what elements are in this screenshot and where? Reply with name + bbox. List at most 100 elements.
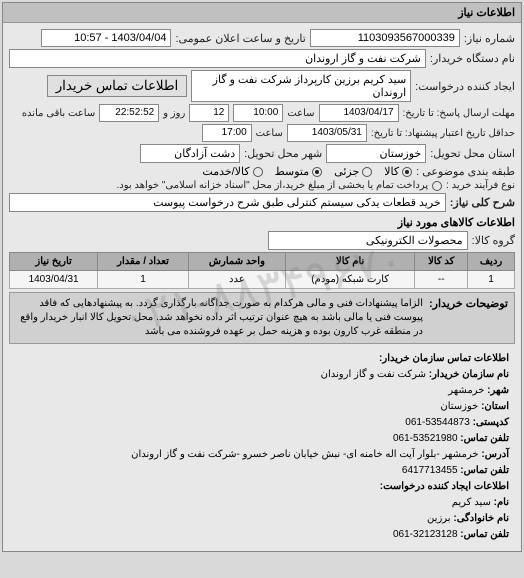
classify-radio-group: کالا جزئی متوسط کالا/خدمت xyxy=(202,165,412,178)
radio-cash[interactable]: کالا/خدمت xyxy=(202,165,262,178)
radio-dot-icon xyxy=(432,181,442,191)
group-value: محصولات الکترونیکی xyxy=(268,231,468,250)
radio-medium-label: متوسط xyxy=(275,165,310,178)
th-unit: واحد شمارش xyxy=(188,253,285,271)
time-label-1: ساعت xyxy=(287,108,314,119)
remain-label: ساعت باقی مانده xyxy=(22,108,95,119)
c-phone: 53521980-061 xyxy=(393,433,458,444)
purchase-text: پرداخت تمام یا بخشی از مبلغ خرید،از محل … xyxy=(117,180,429,191)
c-name-label: نام: xyxy=(494,497,509,508)
reply-until-label: مهلت ارسال پاسخ: تا تاریخ: xyxy=(403,108,515,119)
info-panel: اطلاعات نیاز شماره نیاز: 110309356700033… xyxy=(2,2,522,552)
req-no-value: 1103093567000339 xyxy=(310,29,460,47)
province-label: استان محل تحویل: xyxy=(430,147,515,160)
radio-goods-label: کالا xyxy=(384,165,399,178)
req-no-label: شماره نیاز: xyxy=(464,32,515,45)
c-postal-label: کدپستی: xyxy=(473,417,509,428)
radio-partial[interactable]: جزئی xyxy=(334,165,372,178)
row-buyer: نام دستگاه خریدار: شرکت نفت و گاز اروندا… xyxy=(9,49,515,68)
radio-dot-icon xyxy=(402,167,412,177)
c-fax: 6417713455 xyxy=(402,465,458,476)
row-creator: ایجاد کننده درخواست: سید کریم برزین کارپ… xyxy=(9,70,515,102)
need-title-label: شرح کلی نیاز: xyxy=(450,196,515,209)
panel-title: اطلاعات نیاز xyxy=(3,3,521,23)
desc-text: الزاما پیشنهادات فنی و مالی هرکدام به صو… xyxy=(16,297,423,339)
contact-section-label: اطلاعات تماس سازمان خریدار: xyxy=(379,353,509,364)
cell-qty: 1 xyxy=(98,271,189,289)
validity-label: حداقل تاریخ اعتبار پیشنهاد: تا تاریخ: xyxy=(371,128,515,139)
cell-name: کارت شبکه (مودم) xyxy=(285,271,414,289)
validity-date: 1403/05/31 xyxy=(287,124,367,142)
classify-label: طبقه بندی موضوعی : xyxy=(416,165,515,178)
radio-partial-label: جزئی xyxy=(334,165,359,178)
announce-label: تاریخ و ساعت اعلان عمومی: xyxy=(175,32,305,45)
th-date: تاریخ نیاز xyxy=(10,253,98,271)
radio-dot-icon xyxy=(253,167,263,177)
days-and: روز و xyxy=(163,108,185,119)
th-code: کد کالا xyxy=(415,253,468,271)
c-lname-label: نام خانوادگی: xyxy=(453,513,509,524)
days-count: 12 xyxy=(189,104,229,122)
group-label: گروه کالا: xyxy=(472,234,515,247)
c-city: خرمشهر xyxy=(448,385,484,396)
c-phone2-label: تلفن تماس: xyxy=(460,529,509,540)
c-org-label: نام سازمان خریدار: xyxy=(429,369,509,380)
radio-dot-icon xyxy=(312,167,322,177)
c-province-label: استان: xyxy=(481,401,509,412)
c-city-label: شهر: xyxy=(487,385,509,396)
buyer-value: شرکت نفت و گاز اروندان xyxy=(9,49,426,68)
th-idx: ردیف xyxy=(468,253,515,271)
row-need-title: شرح کلی نیاز: خرید قطعات یدکی سیستم کنتر… xyxy=(9,193,515,212)
time-label-2: ساعت xyxy=(256,128,283,139)
cell-unit: عدد xyxy=(188,271,285,289)
purchase-label: نوع فرآیند خرید : xyxy=(446,180,515,191)
c-phone-label: تلفن تماس: xyxy=(460,433,509,444)
table-header-row: ردیف کد کالا نام کالا واحد شمارش تعداد /… xyxy=(10,253,515,271)
radio-medium[interactable]: متوسط xyxy=(275,165,323,178)
city-label: شهر محل تحویل: xyxy=(244,147,322,160)
need-title-value: خرید قطعات یدکی سیستم کنترلی طبق شرح درخ… xyxy=(9,193,446,212)
th-name: نام کالا xyxy=(285,253,414,271)
creator-value: سید کریم برزین کارپرداز شرکت نفت و گاز ا… xyxy=(191,70,411,102)
c-fax-label: تلفن تماس: xyxy=(460,465,509,476)
goods-section-title: اطلاعات کالاهای مورد نیاز xyxy=(9,216,515,229)
c-name: سید کریم xyxy=(452,497,491,508)
countdown: 22:52:52 xyxy=(99,104,159,122)
announce-value: 1403/04/04 - 10:57 xyxy=(41,29,171,47)
reply-time: 10:00 xyxy=(233,104,283,122)
radio-goods[interactable]: کالا xyxy=(384,165,412,178)
radio-cash-label: کالا/خدمت xyxy=(202,165,249,178)
buyer-contact-button[interactable]: اطلاعات تماس خریدار xyxy=(47,75,187,97)
province-value: خوزستان xyxy=(326,144,426,163)
buyer-desc-box: توضیحات خریدار: الزاما پیشنهادات فنی و م… xyxy=(9,292,515,344)
c-address-label: آدرس: xyxy=(481,449,509,460)
cell-idx: 1 xyxy=(468,271,515,289)
desc-label: توضیحات خریدار: xyxy=(429,297,508,339)
cell-code: -- xyxy=(415,271,468,289)
c-address: خرمشهر -بلوار آیت اله خامنه ای- نبش خیاب… xyxy=(131,449,478,460)
c-org: شرکت نفت و گاز اروندان xyxy=(321,369,426,380)
creator-label: ایجاد کننده درخواست: xyxy=(415,80,515,93)
c-lname: برزین xyxy=(427,513,451,524)
buyer-label: نام دستگاه خریدار: xyxy=(430,52,515,65)
radio-dot-icon xyxy=(362,167,372,177)
validity-time: 17:00 xyxy=(202,124,252,142)
city-value: دشت آزادگان xyxy=(140,144,240,163)
table-row[interactable]: 1 -- کارت شبکه (مودم) عدد 1 1403/04/31 xyxy=(10,271,515,289)
row-purchase: نوع فرآیند خرید : پرداخت تمام یا بخشی از… xyxy=(9,180,515,191)
th-qty: تعداد / مقدار xyxy=(98,253,189,271)
panel-body: شماره نیاز: 1103093567000339 تاریخ و ساع… xyxy=(3,23,521,551)
creator-section-label: اطلاعات ایجاد کننده درخواست: xyxy=(380,481,509,492)
c-phone2: 32123128-061 xyxy=(393,529,458,540)
row-group: گروه کالا: محصولات الکترونیکی xyxy=(9,231,515,250)
row-req-no: شماره نیاز: 1103093567000339 تاریخ و ساع… xyxy=(9,29,515,47)
cell-date: 1403/04/31 xyxy=(10,271,98,289)
goods-table: ردیف کد کالا نام کالا واحد شمارش تعداد /… xyxy=(9,252,515,289)
row-location: استان محل تحویل: خوزستان شهر محل تحویل: … xyxy=(9,144,515,163)
reply-date: 1403/04/17 xyxy=(319,104,399,122)
contact-block: اطلاعات تماس سازمان خریدار: نام سازمان خ… xyxy=(9,347,515,547)
row-validity: حداقل تاریخ اعتبار پیشنهاد: تا تاریخ: 14… xyxy=(9,124,515,142)
c-province: خوزستان xyxy=(440,401,478,412)
radio-purchase[interactable] xyxy=(432,181,442,191)
c-postal: 53544873-061 xyxy=(405,417,470,428)
